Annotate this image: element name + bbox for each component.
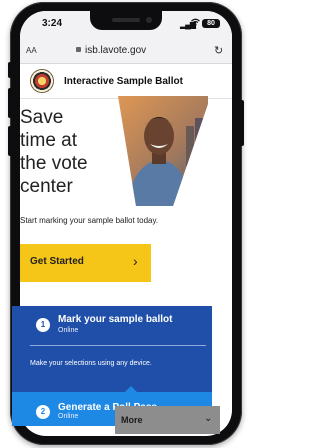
status-time: 3:24 [42, 18, 63, 29]
phone-mute-switch [8, 62, 12, 78]
hero-line: Save [20, 107, 64, 128]
step-divider [30, 345, 206, 346]
step-description: Make your selections using any device. [30, 360, 152, 367]
chevron-right-icon: › [133, 253, 138, 269]
hero-line: the vote [20, 153, 88, 174]
step-number: 2 [36, 405, 50, 419]
more-label: More [121, 415, 143, 425]
hero-line: center [20, 176, 73, 197]
text-size-button[interactable]: AA [26, 46, 37, 55]
phone-volume-down [8, 126, 12, 156]
page-title: Interactive Sample Ballot [64, 76, 183, 87]
hero-line: time at [20, 130, 78, 151]
url-display[interactable]: isb.lavote.gov [76, 45, 146, 56]
step-number: 1 [36, 318, 50, 332]
hero-image [98, 96, 208, 206]
chevron-down-icon: ⌄ [204, 413, 213, 424]
status-bar: 3:24 ▂▄▆ 80 [20, 11, 232, 41]
step-pointer [124, 386, 138, 393]
lock-icon [76, 47, 81, 52]
get-started-label: Get Started [30, 256, 84, 267]
step-subtitle: Online [58, 327, 79, 334]
app-header: Interactive Sample Ballot [20, 64, 232, 99]
hero-heading: Save time at the vote center [20, 106, 110, 198]
battery-icon: 80 [202, 19, 220, 28]
get-started-button[interactable]: Get Started › [20, 244, 151, 282]
browser-address-bar[interactable]: AA isb.lavote.gov ↻ [20, 41, 232, 64]
phone-volume-up [8, 88, 12, 118]
reload-icon[interactable]: ↻ [214, 44, 223, 57]
phone-power-button [240, 100, 244, 146]
county-seal-logo[interactable] [30, 69, 54, 93]
more-menu-button[interactable]: More ⌄ [115, 406, 220, 434]
wifi-icon [191, 18, 200, 28]
hero-subtitle: Start marking your sample ballot today. [20, 216, 159, 225]
front-camera [146, 17, 152, 23]
speaker-grille [112, 18, 140, 22]
step-title: Mark your sample ballot [58, 314, 173, 325]
step-subtitle: Online [58, 413, 79, 420]
notch [90, 11, 162, 30]
url-text: isb.lavote.gov [85, 45, 147, 56]
